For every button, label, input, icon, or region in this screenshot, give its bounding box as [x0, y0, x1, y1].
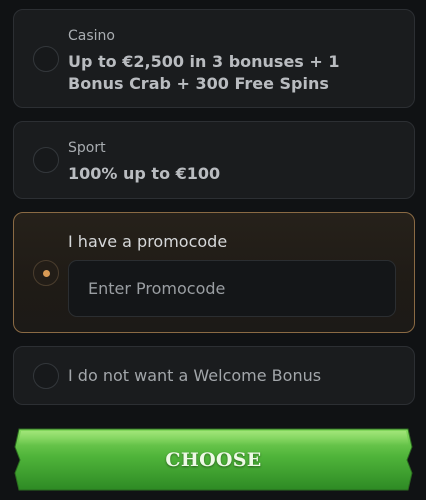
- radio-no-bonus[interactable]: [33, 363, 59, 389]
- radio-selected-dot: [42, 269, 50, 277]
- radio-casino[interactable]: [33, 46, 59, 72]
- option-sport-description: 100% up to €100: [68, 164, 221, 183]
- option-no-bonus-title: I do not want a Welcome Bonus: [68, 366, 322, 385]
- welcome-bonus-selector: Casino Up to €2,500 in 3 bonuses + 1 Bon…: [0, 0, 426, 500]
- radio-promocode[interactable]: [33, 260, 59, 286]
- option-no-bonus[interactable]: I do not want a Welcome Bonus: [13, 346, 415, 405]
- choose-button-label: CHOOSE: [165, 449, 262, 471]
- option-promocode-title: I have a promocode: [68, 232, 228, 251]
- option-promocode[interactable]: I have a promocode: [13, 212, 415, 333]
- choose-button[interactable]: CHOOSE: [13, 427, 414, 492]
- option-casino[interactable]: Casino Up to €2,500 in 3 bonuses + 1 Bon…: [13, 9, 415, 108]
- option-casino-title: Casino: [68, 28, 115, 44]
- radio-sport[interactable]: [33, 147, 59, 173]
- promocode-input[interactable]: [68, 260, 396, 317]
- option-sport-title: Sport: [68, 140, 106, 156]
- option-sport[interactable]: Sport 100% up to €100: [13, 121, 415, 199]
- option-casino-description: Up to €2,500 in 3 bonuses + 1 Bonus Crab…: [68, 52, 340, 93]
